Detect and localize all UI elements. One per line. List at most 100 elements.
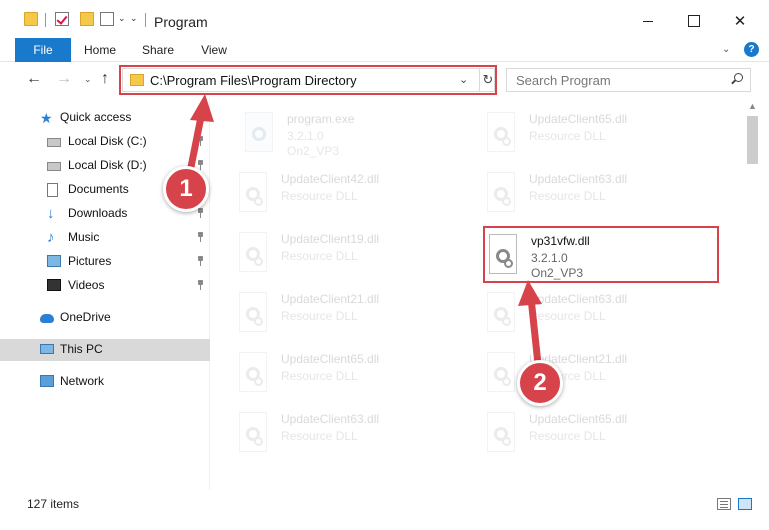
navigation-bar: ← → ⌄ ↑ C:\Program Files\Program Directo… — [0, 62, 769, 98]
ribbon: File Home Share View ⌄ ? — [0, 38, 769, 62]
status-bar: 127 items — [0, 490, 769, 530]
dll-file-icon — [483, 112, 519, 156]
dll-file-icon — [235, 292, 271, 336]
dll-file-icon — [235, 412, 271, 456]
sidebar-item-videos[interactable]: Videos — [0, 275, 210, 297]
sidebar-item-label: Quick access — [60, 110, 132, 124]
sidebar-item-onedrive[interactable]: OneDrive — [0, 307, 210, 329]
search-input[interactable]: Search Program — [506, 68, 751, 92]
dll-file-icon — [235, 352, 271, 396]
file-item[interactable]: UpdateClient19.dll Resource DLL — [235, 230, 465, 286]
pin-icon[interactable] — [196, 280, 204, 290]
file-name: UpdateClient63.dll — [281, 412, 380, 426]
pin-icon[interactable] — [196, 136, 204, 146]
recent-locations-icon[interactable]: ⌄ — [84, 74, 92, 85]
file-name: program.exe — [287, 112, 355, 126]
sidebar-item-label: This PC — [60, 342, 103, 356]
tab-file[interactable]: File — [15, 38, 71, 62]
tab-share[interactable]: Share — [134, 38, 182, 62]
star-icon: ★ — [40, 110, 53, 126]
vertical-scrollbar[interactable]: ▲ — [744, 98, 761, 490]
address-bar-highlight — [119, 65, 497, 95]
selected-file-highlight — [483, 226, 719, 283]
file-type: Resource DLL — [281, 249, 358, 263]
navigation-pane: ★ Quick access Local Disk (C:) Local Dis… — [0, 98, 210, 490]
file-item[interactable]: UpdateClient63.dll Resource DLL — [235, 410, 465, 466]
sidebar-item-music[interactable]: ♪ Music — [0, 227, 210, 249]
title-separator — [145, 13, 146, 27]
file-type: Resource DLL — [529, 189, 606, 203]
file-type: Resource DLL — [281, 369, 358, 383]
up-arrow-icon[interactable]: ↑ — [101, 70, 109, 88]
properties-icon[interactable] — [100, 12, 114, 26]
properties-check-icon[interactable] — [55, 12, 69, 26]
file-name: UpdateClient63.dll — [529, 292, 628, 306]
file-version: 3.2.1.0 — [287, 129, 324, 143]
tab-view[interactable]: View — [192, 38, 236, 62]
folder-icon — [24, 12, 38, 26]
this-pc-icon — [40, 344, 54, 354]
sidebar-item-network[interactable]: Network — [0, 371, 210, 393]
file-type: Resource DLL — [529, 309, 606, 323]
sidebar-item-label: Local Disk (D:) — [68, 158, 147, 172]
help-icon[interactable]: ? — [744, 42, 759, 57]
disk-icon — [47, 138, 61, 147]
details-view-icon[interactable] — [717, 498, 731, 510]
file-type: Resource DLL — [281, 429, 358, 443]
pin-icon[interactable] — [196, 208, 204, 218]
callout-step-2: 2 — [517, 360, 563, 406]
file-item[interactable]: UpdateClient65.dll Resource DLL — [483, 410, 713, 466]
file-name: UpdateClient65.dll — [281, 352, 380, 366]
file-item[interactable]: UpdateClient65.dll Resource DLL — [483, 110, 713, 166]
sidebar-item-label: OneDrive — [60, 310, 111, 324]
sidebar-item-label: Network — [60, 374, 105, 388]
customize-toolbar-icon[interactable]: ⌄ — [130, 13, 138, 24]
executable-file-icon — [241, 112, 277, 156]
scroll-up-icon[interactable]: ▲ — [748, 101, 757, 111]
file-type: Resource DLL — [281, 189, 358, 203]
search-icon[interactable] — [731, 73, 743, 85]
file-item[interactable]: UpdateClient63.dll Resource DLL — [483, 170, 713, 226]
file-product: On2_VP3 — [287, 144, 340, 158]
sidebar-item-label: Videos — [68, 278, 105, 292]
scrollbar-thumb[interactable] — [747, 116, 758, 164]
music-icon: ♪ — [47, 229, 55, 246]
title-bar: ⌄ ⌄ Program ✕ — [0, 0, 769, 38]
close-button[interactable]: ✕ — [717, 6, 763, 36]
pin-icon[interactable] — [196, 256, 204, 266]
sidebar-item-pictures[interactable]: Pictures — [0, 251, 210, 273]
file-item-program-exe[interactable]: program.exe 3.2.1.0 On2_VP3 — [241, 110, 471, 166]
dll-file-icon — [483, 352, 519, 396]
file-name: UpdateClient63.dll — [529, 172, 628, 186]
quick-access-separator — [45, 13, 46, 27]
maximize-button[interactable] — [671, 6, 717, 36]
new-folder-icon[interactable] — [80, 12, 94, 26]
sidebar-item-local-disk-c[interactable]: Local Disk (C:) — [0, 131, 210, 153]
forward-arrow-icon[interactable]: → — [56, 70, 72, 88]
dll-file-icon — [483, 412, 519, 456]
file-type: Resource DLL — [529, 429, 606, 443]
chevron-down-icon[interactable]: ⌄ — [118, 13, 126, 24]
sidebar-item-label: Pictures — [68, 254, 112, 268]
sidebar-item-this-pc[interactable]: This PC — [0, 339, 210, 361]
minimize-button[interactable] — [625, 6, 671, 36]
videos-icon — [47, 279, 61, 291]
file-item[interactable]: UpdateClient21.dll Resource DLL — [235, 290, 465, 346]
tiles-view-icon[interactable] — [738, 498, 752, 510]
file-item[interactable]: UpdateClient65.dll Resource DLL — [235, 350, 465, 406]
file-item[interactable]: UpdateClient42.dll Resource DLL — [235, 170, 465, 226]
file-name: UpdateClient65.dll — [529, 112, 628, 126]
disk-icon — [47, 162, 61, 171]
back-arrow-icon[interactable]: ← — [26, 70, 42, 88]
documents-icon — [47, 183, 58, 197]
item-count: 127 items — [27, 497, 80, 511]
search-placeholder: Search Program — [516, 73, 611, 88]
expand-ribbon-icon[interactable]: ⌄ — [722, 44, 730, 55]
pin-icon[interactable] — [196, 232, 204, 242]
tab-home[interactable]: Home — [76, 38, 124, 62]
file-item[interactable]: UpdateClient63.dll Resource DLL — [483, 290, 713, 346]
pictures-icon — [47, 255, 61, 267]
sidebar-item-label: Local Disk (C:) — [68, 134, 147, 148]
sidebar-item-quick-access[interactable]: ★ Quick access — [0, 107, 210, 129]
dll-file-icon — [235, 232, 271, 276]
